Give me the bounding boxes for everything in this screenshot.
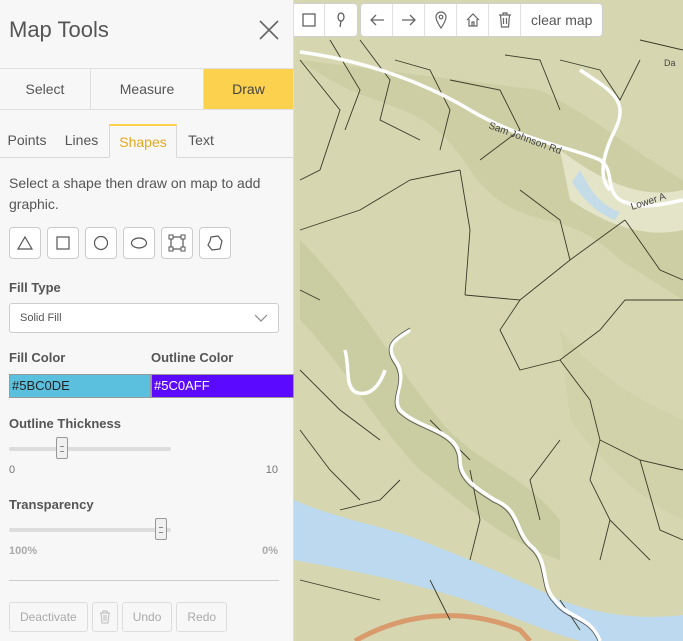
circle-tool-button[interactable]	[85, 227, 117, 259]
shape-instructions: Select a shape then draw on map to add g…	[9, 175, 261, 212]
outline-thickness-handle[interactable]	[55, 437, 68, 459]
mode-tabs: Select Measure Draw	[0, 68, 293, 110]
freehand-polygon-icon	[207, 235, 223, 251]
subtab-points[interactable]: Points	[0, 124, 54, 157]
draw-subtabs: Points Lines Shapes Text	[0, 124, 293, 158]
panel-header: Map Tools	[0, 0, 293, 68]
outline-thickness-slider[interactable]	[9, 437, 171, 459]
transparency-min: 100%	[9, 545, 38, 557]
ellipse-tool-button[interactable]	[123, 227, 155, 259]
ellipse-icon	[130, 237, 148, 249]
triangle-icon	[16, 235, 34, 250]
fill-color-input[interactable]: #5BC0DE	[9, 374, 151, 398]
road-label-3: Da	[664, 58, 676, 68]
transparency-slider[interactable]	[9, 518, 171, 540]
transparency-max: 0%	[262, 545, 278, 557]
arrow-left-icon	[369, 14, 384, 26]
map-tools-panel: Map Tools Select Measure Draw Points Lin…	[0, 0, 294, 641]
close-icon[interactable]	[257, 18, 281, 42]
square-tool-button[interactable]	[47, 227, 79, 259]
tab-select[interactable]: Select	[0, 69, 91, 109]
home-button[interactable]	[457, 4, 489, 36]
select-square-button[interactable]	[293, 4, 325, 36]
divider	[9, 580, 279, 581]
outline-thickness-min: 0	[9, 464, 16, 476]
forward-button[interactable]	[393, 4, 425, 36]
chevron-down-icon	[254, 314, 268, 322]
square-select-icon	[301, 13, 316, 27]
rectangle-handles-icon	[168, 234, 186, 252]
triangle-tool-button[interactable]	[9, 227, 41, 259]
rectangle-tool-button[interactable]	[161, 227, 193, 259]
subtab-text[interactable]: Text	[177, 124, 225, 157]
subtab-lines[interactable]: Lines	[54, 124, 109, 157]
trash-icon	[498, 12, 511, 28]
delete-graphic-button[interactable]	[91, 602, 118, 632]
select-lasso-button[interactable]	[325, 4, 357, 36]
outline-color-input[interactable]: #5C0AFF	[151, 374, 294, 398]
outline-color-label: Outline Color	[151, 350, 234, 365]
location-button[interactable]	[425, 4, 457, 36]
map-toolbar: clear map	[360, 3, 604, 37]
back-button[interactable]	[361, 4, 393, 36]
fill-type-label: Fill Type	[9, 280, 61, 295]
outline-thickness-max: 10	[265, 464, 278, 476]
fill-type-value: Solid Fill	[20, 312, 62, 324]
fill-color-label: Fill Color	[9, 350, 66, 365]
outline-thickness-label: Outline Thickness	[9, 416, 121, 431]
lasso-icon	[337, 12, 345, 28]
delete-button[interactable]	[489, 4, 521, 36]
deactivate-button[interactable]: Deactivate	[9, 602, 88, 632]
clear-map-button[interactable]: clear map	[521, 4, 602, 36]
home-icon	[466, 13, 479, 27]
transparency-label: Transparency	[9, 497, 94, 512]
arrow-right-icon	[401, 14, 416, 26]
trash-icon	[99, 610, 110, 624]
fill-type-select[interactable]: Solid Fill	[9, 303, 279, 333]
square-icon	[56, 236, 70, 250]
shape-tools	[0, 215, 293, 259]
circle-icon	[93, 235, 109, 251]
tab-draw[interactable]: Draw	[204, 69, 293, 109]
panel-title: Map Tools	[9, 17, 109, 42]
selection-toolbar	[293, 3, 358, 37]
undo-button[interactable]: Undo	[121, 602, 173, 632]
transparency-handle[interactable]	[154, 518, 167, 540]
draw-actions: Deactivate Undo Redo	[9, 602, 228, 632]
tab-measure[interactable]: Measure	[91, 69, 204, 109]
redo-button[interactable]: Redo	[176, 602, 228, 632]
subtab-shapes[interactable]: Shapes	[109, 124, 177, 158]
map-pin-icon	[434, 11, 447, 29]
freehand-tool-button[interactable]	[199, 227, 231, 259]
